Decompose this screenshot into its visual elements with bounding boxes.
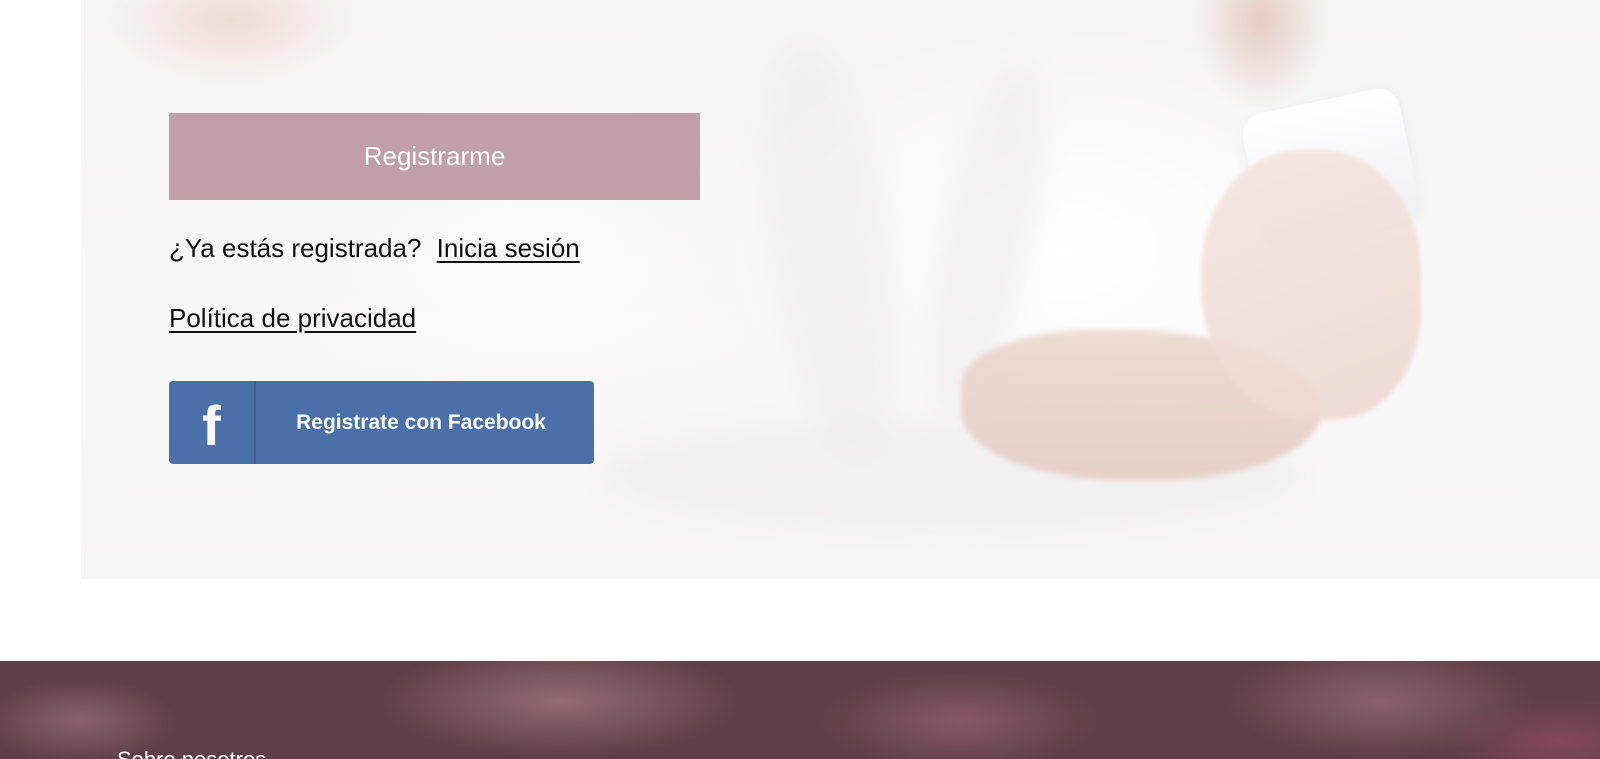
facebook-signup-button[interactable]: f Registrate con Facebook (169, 381, 594, 464)
privacy-policy-link[interactable]: Política de privacidad (169, 303, 416, 334)
footer-heading: Sobre nosotros (117, 747, 266, 759)
hero-overlay (81, 0, 1600, 579)
hero-image (81, 0, 1600, 579)
facebook-icon-box: f (169, 381, 256, 464)
facebook-signup-label: Registrate con Facebook (296, 410, 546, 434)
footer-background-pattern (0, 661, 1600, 759)
login-prompt-text: ¿Ya estás registrada? (169, 233, 422, 263)
register-button[interactable]: Registrarme (169, 113, 700, 200)
footer: Sobre nosotros (0, 661, 1600, 759)
facebook-icon: f (202, 393, 221, 457)
login-link[interactable]: Inicia sesión (437, 233, 580, 263)
login-prompt-line: ¿Ya estás registrada? Inicia sesión (169, 233, 580, 264)
